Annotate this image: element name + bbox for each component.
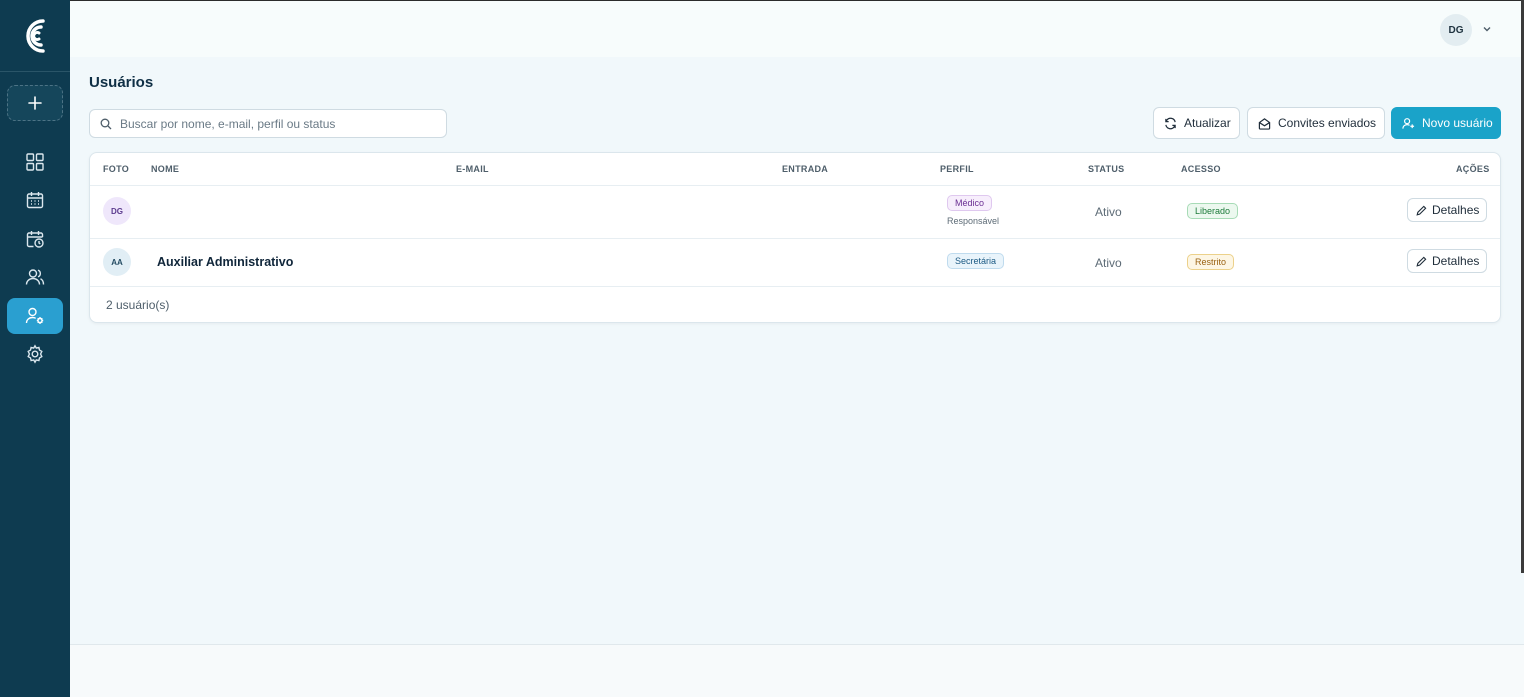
column-header-foto[interactable]: FOTO [103, 164, 129, 174]
column-header-entrada[interactable]: ENTRADA [782, 164, 828, 174]
sidebar-item-dashboard[interactable] [7, 144, 63, 180]
pencil-icon [1416, 205, 1427, 216]
search-icon [100, 118, 112, 129]
new-user-button[interactable]: Novo usuário [1391, 107, 1501, 139]
sidebar [0, 0, 70, 697]
gear-icon [27, 344, 43, 364]
status-text: Ativo [1095, 256, 1122, 270]
column-header-acesso[interactable]: ACESSO [1181, 164, 1221, 174]
sidebar-item-patients[interactable] [7, 259, 63, 295]
add-button[interactable] [7, 85, 63, 121]
column-header-nome[interactable]: NOME [151, 164, 179, 174]
row-divider [90, 286, 1500, 287]
row-divider [90, 238, 1500, 239]
header-divider [90, 185, 1500, 186]
profile-badge: Secretária [947, 253, 1005, 269]
dashboard-icon [26, 153, 44, 171]
column-header-perfil[interactable]: PERFIL [940, 164, 974, 174]
footer-bar [70, 645, 1524, 697]
chevron-down-icon[interactable] [1481, 23, 1493, 35]
details-label: Detalhes [1432, 254, 1480, 268]
status-text: Ativo [1095, 205, 1122, 219]
user-count: 2 usuário(s) [106, 298, 170, 312]
search-input[interactable] [120, 116, 420, 131]
refresh-button[interactable]: Atualizar [1153, 107, 1240, 139]
details-button[interactable]: Detalhes [1407, 198, 1487, 222]
avatar: DG [103, 197, 131, 225]
refresh-icon [1165, 117, 1176, 129]
sidebar-item-users[interactable] [7, 298, 63, 334]
profile-subtitle: Responsável [947, 216, 1000, 226]
new-user-label: Novo usuário [1422, 116, 1493, 130]
user-avatar[interactable]: DG [1440, 14, 1472, 46]
profile-badge: Médico [947, 195, 993, 211]
invites-label: Convites enviados [1278, 116, 1377, 130]
calendar-clock-icon [26, 231, 44, 248]
invites-button[interactable]: Convites enviados [1247, 107, 1385, 139]
page-title: Usuários [89, 74, 154, 91]
sidebar-item-calendar[interactable] [7, 182, 63, 218]
refresh-label: Atualizar [1184, 116, 1231, 130]
details-label: Detalhes [1432, 203, 1480, 217]
sidebar-item-settings[interactable] [7, 336, 63, 372]
users-icon [25, 269, 45, 285]
sidebar-divider [0, 71, 70, 72]
access-badge: Restrito [1187, 254, 1235, 270]
top-bar: DG [70, 0, 1524, 57]
details-button[interactable]: Detalhes [1407, 249, 1487, 273]
access-badge: Liberado [1187, 203, 1239, 219]
users-table: FOTO NOME E-MAIL ENTRADA PERFIL STATUS A… [89, 152, 1501, 323]
app-logo-icon[interactable] [19, 16, 51, 56]
pencil-icon [1416, 256, 1427, 267]
user-plus-icon [1402, 117, 1415, 129]
avatar: AA [103, 248, 131, 276]
sidebar-item-schedule[interactable] [7, 221, 63, 257]
column-header-email[interactable]: E-MAIL [456, 164, 489, 174]
user-name: Auxiliar Administrativo [157, 255, 294, 269]
column-header-acoes: AÇÕES [1456, 164, 1490, 174]
search-box[interactable] [89, 109, 447, 138]
plus-icon [28, 96, 42, 110]
envelope-open-icon [1258, 117, 1271, 130]
column-header-status[interactable]: STATUS [1088, 164, 1124, 174]
user-settings-icon [25, 307, 44, 324]
calendar-icon [26, 192, 44, 209]
